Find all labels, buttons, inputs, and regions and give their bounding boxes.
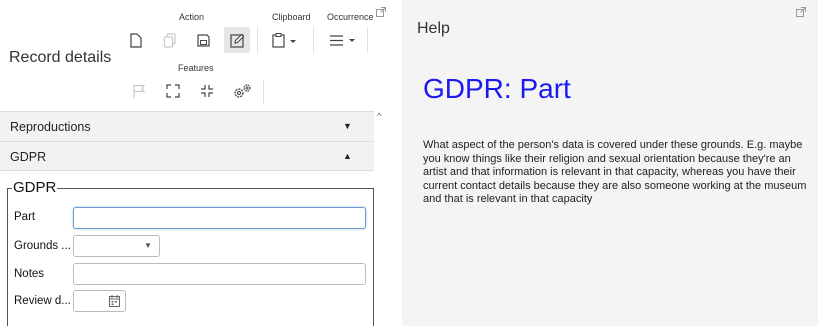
collapse-icon[interactable]: [194, 78, 220, 104]
new-document-icon[interactable]: [123, 27, 149, 53]
reproductions-section-label: Reproductions: [10, 120, 91, 134]
caret-down-icon: ▼: [343, 121, 352, 131]
record-title: Record details: [9, 49, 112, 66]
toolbar-separator: [263, 80, 264, 104]
features-group-label: Features: [178, 63, 214, 73]
scroll-up-arrow-icon[interactable]: ^: [377, 111, 381, 121]
clipboard-group-label: Clipboard: [272, 12, 311, 22]
gdpr-section-header[interactable]: GDPR ▲: [0, 141, 374, 171]
notes-label: Notes: [14, 268, 45, 280]
toolbar-separator: [367, 27, 368, 53]
toolbar-separator: [257, 27, 258, 53]
review-date-label: Review d...: [14, 295, 71, 307]
popout-icon[interactable]: [796, 7, 806, 17]
gdpr-fieldset: GDPR Part Grounds ... ▼ Notes Review d..…: [7, 179, 374, 326]
dropdown-arrow-icon: ▼: [144, 241, 152, 250]
occurrence-group-label: Occurrence: [327, 12, 374, 22]
gdpr-fieldset-legend: GDPR: [12, 179, 58, 196]
part-input[interactable]: [73, 207, 366, 229]
notes-input[interactable]: [73, 263, 366, 285]
help-title: Help: [417, 20, 450, 37]
edit-icon[interactable]: [224, 27, 250, 53]
review-date-input[interactable]: [73, 290, 126, 312]
reproductions-section-header[interactable]: Reproductions ▼: [0, 111, 374, 141]
clipboard-icon[interactable]: [268, 27, 302, 53]
toolbar-separator: [313, 27, 314, 53]
record-details-panel: Action Clipboard Occurrence Record detai…: [0, 0, 387, 326]
grounds-label: Grounds ...: [14, 240, 71, 252]
save-icon[interactable]: [190, 27, 216, 53]
panel-divider: [387, 0, 402, 326]
copy-icon[interactable]: [157, 27, 183, 53]
grounds-select[interactable]: ▼: [73, 235, 160, 257]
record-scroll-area: Reproductions ▼ GDPR ▲ GDPR Part Grounds…: [0, 108, 387, 326]
record-toolbar: Action Clipboard Occurrence Record detai…: [0, 0, 387, 108]
caret-up-icon: ▲: [343, 151, 352, 161]
expand-icon[interactable]: [160, 78, 186, 104]
help-body-text: What aspect of the person's data is cove…: [423, 139, 807, 205]
vertical-scrollbar[interactable]: ^: [375, 108, 387, 326]
gdpr-section-label: GDPR: [10, 150, 47, 164]
help-heading: GDPR: Part: [423, 73, 571, 104]
calendar-icon[interactable]: [109, 295, 120, 307]
flag-icon[interactable]: [126, 78, 152, 104]
settings-cogs-icon[interactable]: [229, 78, 255, 104]
help-panel: Help GDPR: Part What aspect of the perso…: [402, 0, 818, 326]
action-group-label: Action: [179, 12, 205, 22]
list-icon[interactable]: [326, 27, 360, 53]
part-label: Part: [14, 211, 36, 223]
popout-icon[interactable]: [376, 7, 386, 17]
